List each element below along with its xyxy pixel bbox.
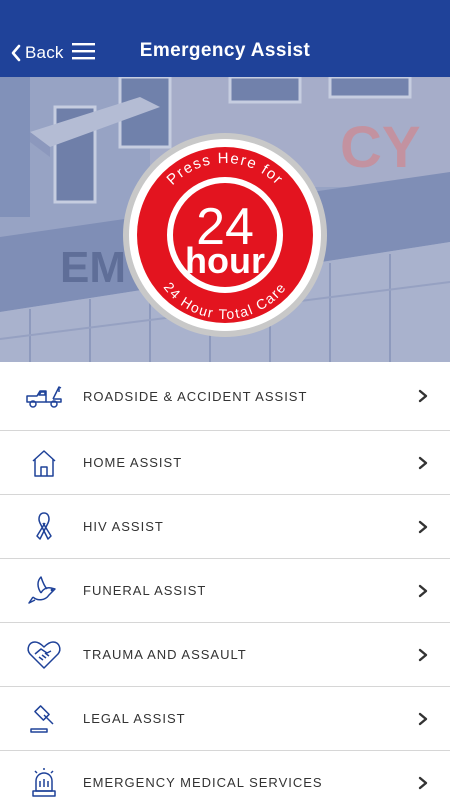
badge-word: hour [185,240,265,281]
chevron-right-icon [418,712,428,725]
menu-item-label: ROADSIDE & ACCIDENT ASSIST [83,388,308,404]
menu-item-home[interactable]: HOME ASSIST [0,431,450,495]
menu-item-trauma[interactable]: TRAUMA AND ASSAULT [0,623,450,687]
chevron-right-icon [418,776,428,789]
dove-icon [24,574,64,608]
chevron-right-icon [418,456,428,469]
menu-item-hiv[interactable]: HIV ASSIST [0,495,450,559]
siren-icon [24,766,64,800]
heart-handshake-icon [24,638,64,672]
menu-item-label: HIV ASSIST [83,519,164,534]
menu-item-roadside[interactable]: ROADSIDE & ACCIDENT ASSIST [0,362,450,431]
nav-bar: Back Emergency Assist [0,0,450,77]
menu-item-label: FUNERAL ASSIST [83,583,207,598]
menu-item-legal[interactable]: LEGAL ASSIST [0,687,450,751]
chevron-right-icon [418,648,428,661]
assist-menu-list: ROADSIDE & ACCIDENT ASSIST HOME ASSIST H… [0,362,450,800]
chevron-right-icon [418,389,428,403]
menu-item-label: EMERGENCY MEDICAL SERVICES [83,775,323,790]
menu-item-label: TRAUMA AND ASSAULT [83,647,247,662]
menu-item-funeral[interactable]: FUNERAL ASSIST [0,559,450,623]
menu-item-label: HOME ASSIST [83,455,183,470]
page-title: Emergency Assist [139,40,311,61]
tow-truck-icon [24,379,64,413]
chevron-right-icon [418,520,428,533]
sign-letters-left: EM [60,243,126,292]
sign-letters-right: CY [340,115,421,180]
menu-item-ems[interactable]: EMERGENCY MEDICAL SERVICES [0,751,450,800]
awareness-ribbon-icon [24,510,64,544]
house-icon [24,446,64,480]
chevron-right-icon [418,584,428,597]
hero-banner: CY EM Press Here for 24 Hour Total Care … [0,77,450,362]
gavel-icon [24,702,64,736]
menu-item-label: LEGAL ASSIST [83,711,186,726]
24-hour-badge-button[interactable]: Press Here for 24 Hour Total Care 24 hou… [121,131,329,339]
